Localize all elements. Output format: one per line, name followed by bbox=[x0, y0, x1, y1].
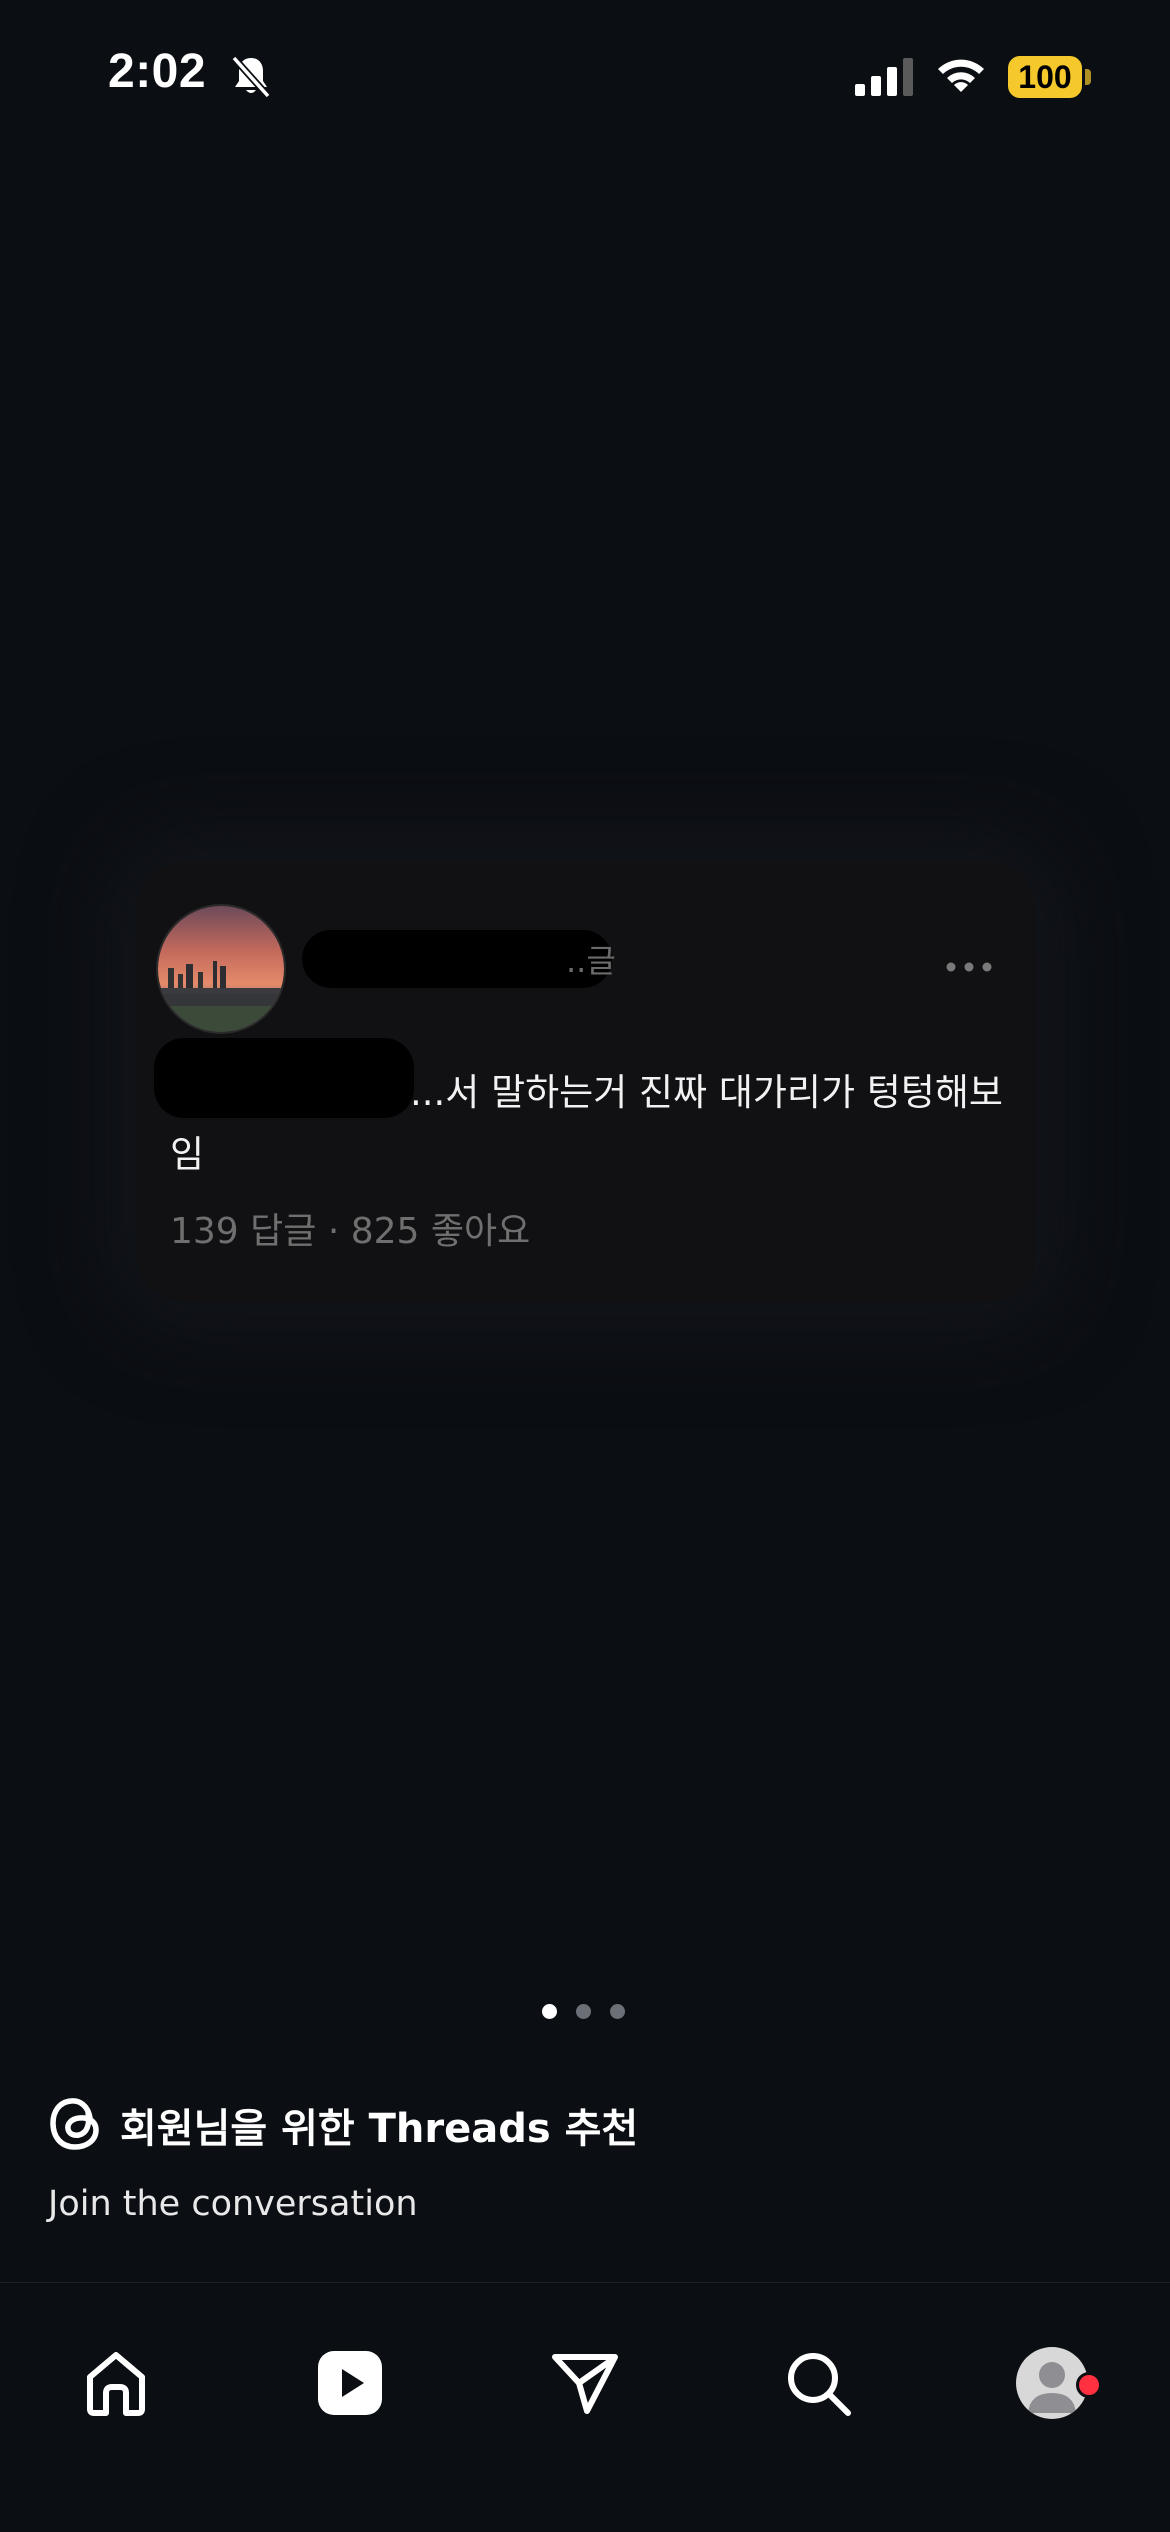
threads-section-title: 회원님을 위한 Threads 추천 bbox=[120, 2106, 639, 2152]
threads-section-subtitle[interactable]: Join the conversation bbox=[48, 2184, 418, 2224]
post-text-line2: 임 bbox=[170, 1133, 205, 1176]
tab-home[interactable] bbox=[56, 2323, 176, 2443]
status-bar: 2:02 100 bbox=[0, 0, 1170, 150]
wifi-icon bbox=[938, 59, 984, 92]
tab-reels[interactable] bbox=[290, 2323, 410, 2443]
tab-bar bbox=[0, 2283, 1170, 2532]
home-icon bbox=[87, 2352, 145, 2416]
threads-logo-icon bbox=[50, 2098, 99, 2150]
page-dot-active bbox=[542, 2004, 557, 2019]
direct-message-icon bbox=[552, 2354, 618, 2414]
bell-slash-icon bbox=[231, 55, 271, 99]
notification-dot bbox=[1076, 2372, 1102, 2398]
username-suffix: ..글 bbox=[566, 942, 616, 980]
search-icon bbox=[788, 2353, 851, 2416]
post-card[interactable]: ..글 ...서 말하는거 진짜 대가리가 텅텅해보 임 139 답글 · 82… bbox=[136, 862, 1036, 1302]
redacted-text bbox=[154, 1038, 414, 1118]
page-dot bbox=[610, 2004, 625, 2019]
status-time: 2:02 bbox=[108, 45, 207, 98]
page-dot bbox=[576, 2004, 591, 2019]
post-stats: 139 답글 · 825 좋아요 bbox=[170, 1211, 531, 1252]
tab-search[interactable] bbox=[758, 2323, 878, 2443]
cellular-signal-icon bbox=[855, 58, 913, 96]
battery-tip bbox=[1085, 69, 1091, 85]
battery-icon: 100 bbox=[1008, 56, 1082, 98]
page-indicator bbox=[542, 2004, 632, 2024]
tab-direct[interactable] bbox=[525, 2323, 645, 2443]
post-text-line1: ...서 말하는거 진짜 대가리가 텅텅해보 bbox=[410, 1071, 1003, 1114]
author-avatar[interactable] bbox=[156, 904, 286, 1034]
more-options-icon[interactable] bbox=[944, 960, 994, 974]
reels-icon bbox=[318, 2351, 382, 2415]
